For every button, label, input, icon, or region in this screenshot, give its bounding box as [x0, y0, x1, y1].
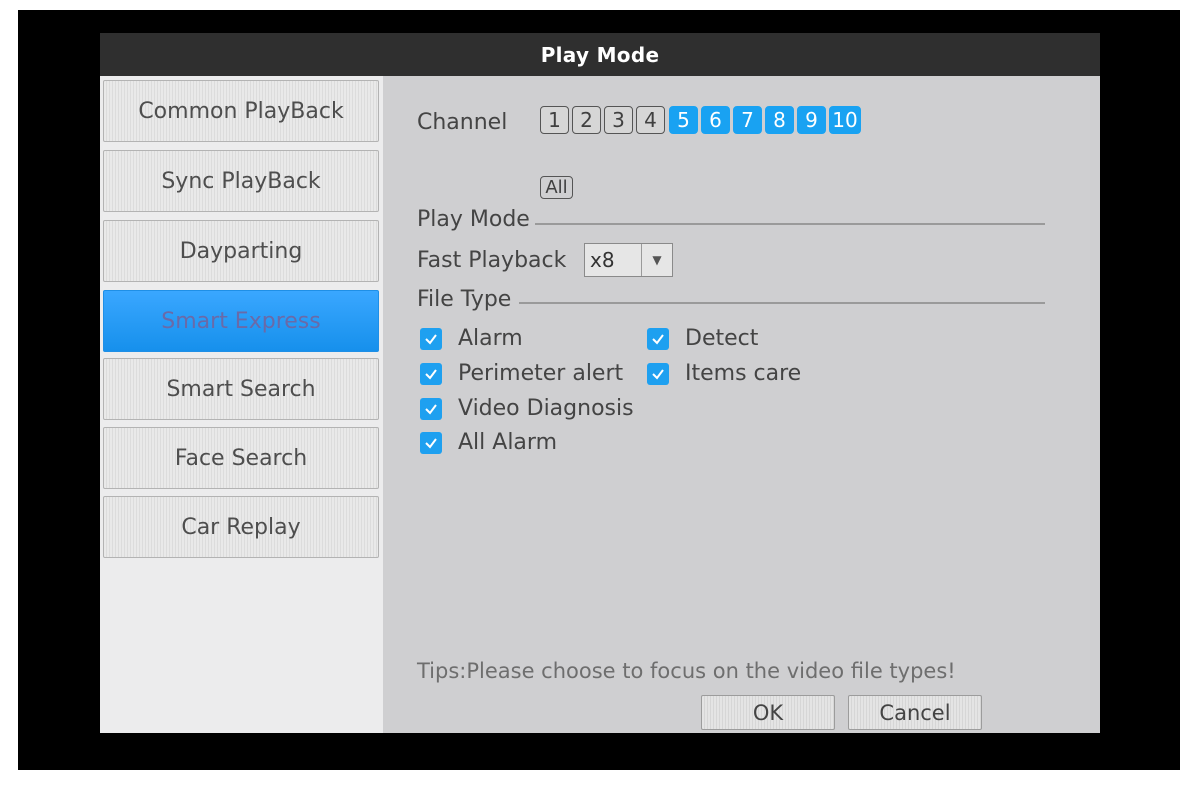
alarm-label: Alarm	[458, 326, 523, 351]
sidebar-item-face-search[interactable]: Face Search	[103, 427, 379, 489]
play-mode-divider	[535, 223, 1045, 225]
dialog-title: Play Mode	[100, 33, 1100, 76]
channel-1-button[interactable]: 1	[540, 106, 569, 134]
channel-all-button[interactable]: All	[540, 176, 573, 199]
perimeter-alert-checkbox[interactable]	[420, 363, 442, 385]
detect-label: Detect	[685, 326, 759, 351]
channel-8-button[interactable]: 8	[765, 106, 794, 134]
fast-playback-value: x8	[590, 248, 615, 272]
sidebar: Common PlayBack Sync PlayBack Dayparting…	[100, 76, 383, 733]
cancel-button[interactable]: Cancel	[848, 695, 982, 730]
check-icon	[425, 334, 437, 345]
perimeter-alert-label: Perimeter alert	[458, 361, 624, 386]
sidebar-item-label: Common PlayBack	[138, 98, 344, 124]
alarm-checkbox[interactable]	[420, 328, 442, 350]
sidebar-item-car-replay[interactable]: Car Replay	[103, 496, 379, 558]
fast-playback-select[interactable]: x8 ▼	[584, 243, 673, 277]
sidebar-item-label: Car Replay	[181, 514, 301, 540]
channel-9-button[interactable]: 9	[797, 106, 826, 134]
sidebar-item-label: Sync PlayBack	[161, 168, 321, 194]
check-icon	[425, 404, 437, 415]
items-care-label: Items care	[685, 361, 802, 386]
tips-text: Tips:Please choose to focus on the video…	[417, 659, 956, 683]
channel-4-button[interactable]: 4	[636, 106, 665, 134]
all-alarm-checkbox[interactable]	[420, 432, 442, 454]
play-mode-dialog: Play Mode Common PlayBack Sync PlayBack …	[100, 33, 1100, 733]
video-diagnosis-checkbox[interactable]	[420, 398, 442, 420]
sidebar-item-smart-express[interactable]: Smart Express	[103, 290, 379, 352]
items-care-checkbox[interactable]	[647, 363, 669, 385]
fast-playback-label: Fast Playback	[417, 248, 567, 273]
sidebar-item-dayparting[interactable]: Dayparting	[103, 220, 379, 282]
channel-label: Channel	[417, 110, 508, 135]
channel-10-button[interactable]: 10	[829, 106, 861, 134]
file-type-label: File Type	[417, 287, 512, 312]
sidebar-item-common-playback[interactable]: Common PlayBack	[103, 80, 379, 142]
play-mode-label: Play Mode	[417, 207, 530, 232]
channel-7-button[interactable]: 7	[733, 106, 762, 134]
channel-6-button[interactable]: 6	[701, 106, 730, 134]
channel-5-button[interactable]: 5	[669, 106, 698, 134]
chevron-down-icon: ▼	[641, 244, 672, 276]
ok-button[interactable]: OK	[701, 695, 835, 730]
sidebar-item-smart-search[interactable]: Smart Search	[103, 358, 379, 420]
check-icon	[652, 334, 664, 345]
check-icon	[425, 438, 437, 449]
check-icon	[652, 369, 664, 380]
file-type-divider	[519, 302, 1045, 304]
check-icon	[425, 369, 437, 380]
sidebar-item-label: Smart Express	[161, 308, 321, 334]
sidebar-item-label: Face Search	[174, 445, 308, 471]
channel-3-button[interactable]: 3	[604, 106, 633, 134]
detect-checkbox[interactable]	[647, 328, 669, 350]
all-alarm-label: All Alarm	[458, 430, 557, 455]
channel-2-button[interactable]: 2	[572, 106, 601, 134]
sidebar-item-sync-playback[interactable]: Sync PlayBack	[103, 150, 379, 212]
sidebar-item-label: Dayparting	[179, 238, 303, 264]
video-diagnosis-label: Video Diagnosis	[458, 396, 634, 421]
sidebar-item-label: Smart Search	[166, 376, 316, 402]
content-panel: Channel 1 2 3 4 5 6 7 8 9 10 All Play Mo…	[383, 76, 1100, 733]
